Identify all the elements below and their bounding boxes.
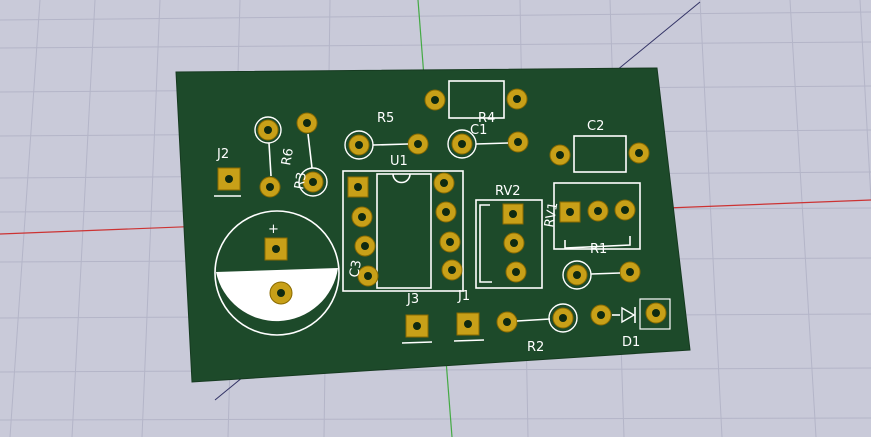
label-j1: J1 bbox=[457, 289, 470, 304]
pcb-board[interactable] bbox=[175, 67, 691, 383]
label-d1: D1 bbox=[622, 335, 640, 350]
label-r5: R5 bbox=[377, 111, 394, 126]
label-rv2: RV2 bbox=[495, 184, 521, 199]
label-r3: R3 bbox=[292, 171, 310, 191]
label-r2: R2 bbox=[527, 340, 544, 355]
3d-viewer-canvas[interactable]: + J2 R6 R3 R5 R4 C1 C2 U1 C3 RV2 RV1 R1 … bbox=[0, 0, 871, 437]
label-u1: U1 bbox=[390, 154, 408, 169]
pcb-3d-scene[interactable]: + J2 R6 R3 R5 R4 C1 C2 U1 C3 RV2 RV1 R1 … bbox=[0, 0, 871, 437]
label-c3: C3 bbox=[347, 259, 365, 279]
label-c2: C2 bbox=[587, 119, 604, 134]
label-c1: C1 bbox=[470, 123, 487, 138]
label-j2: J2 bbox=[216, 147, 229, 162]
label-j3: J3 bbox=[406, 292, 419, 307]
c3-polarity-label: + bbox=[268, 222, 279, 237]
label-r1: R1 bbox=[590, 242, 607, 257]
label-r6: R6 bbox=[279, 147, 297, 167]
